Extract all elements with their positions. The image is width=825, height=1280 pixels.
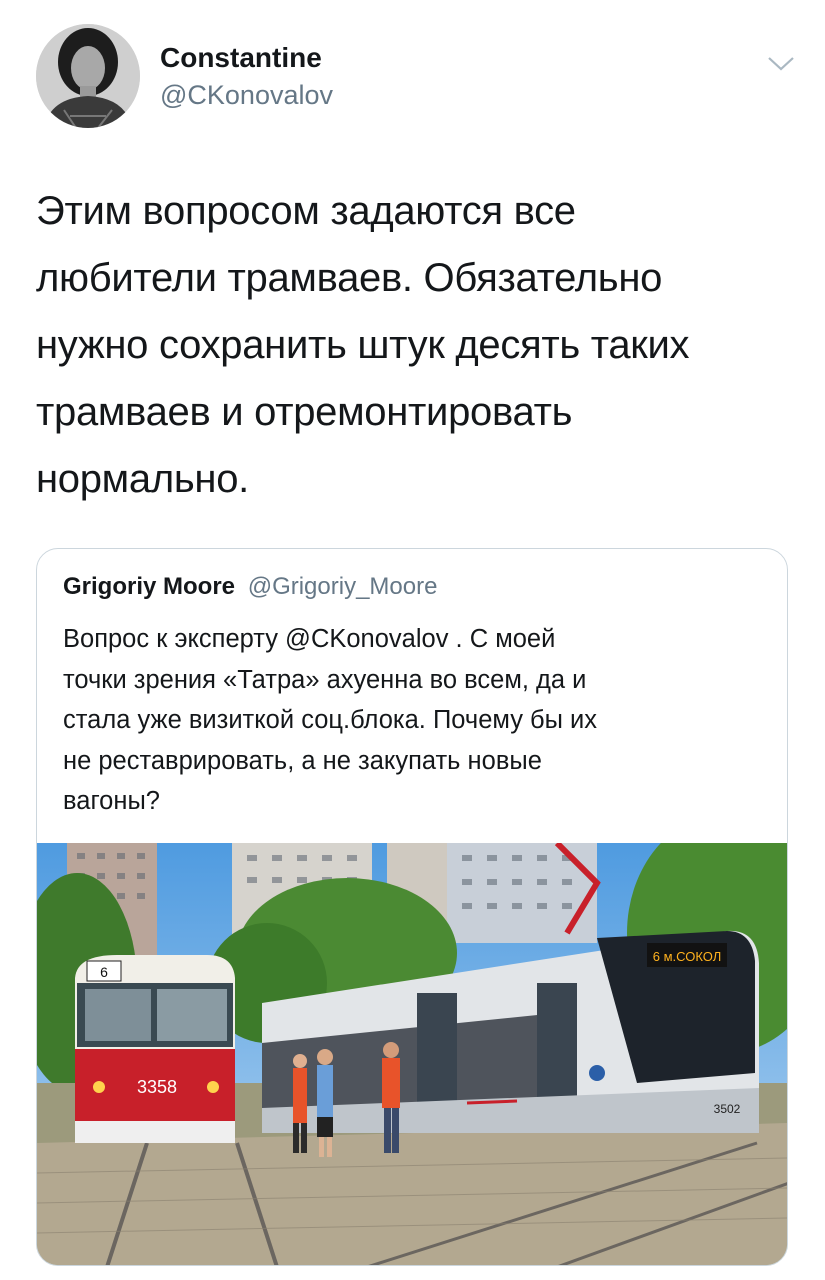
tweet-text-line: нормально. [36, 457, 249, 501]
quoted-text-line: вагоны? [63, 787, 160, 815]
tweet-text-line: трамваев и отремонтировать [36, 390, 573, 434]
tweet-header: Constantine @CKonovalov [36, 24, 796, 132]
quoted-text: Вопрос к эксперту @CKonovalov . С моей т… [63, 619, 753, 822]
author-name[interactable]: Constantine [160, 42, 322, 74]
quoted-text-line: точки зрения «Татра» ахуенна во всем, да… [63, 665, 587, 694]
tweet-text-line: любители трамваев. Обязательно [36, 256, 663, 300]
quoted-text-line: Вопрос к эксперту @CKonovalov . С моей [63, 625, 556, 653]
new-tram-number: 3502 [714, 1102, 741, 1116]
quoted-author-handle: @Grigoriy_Moore [247, 573, 438, 600]
tweet-text-line: нужно сохранить штук десять таких [36, 323, 690, 367]
chevron-down-icon[interactable] [766, 54, 796, 74]
quoted-text-line: стала уже визиткой соц.блока. Почему бы … [63, 706, 598, 734]
quoted-tweet[interactable]: Grigoriy Moore @Grigoriy_Moore Вопрос к … [36, 548, 788, 1266]
old-tram-route: 6 [100, 964, 108, 980]
tweet-text: Этим вопросом задаются все любители трам… [36, 178, 796, 513]
quoted-header: Grigoriy Moore @Grigoriy_Moore [63, 573, 437, 601]
old-tram: 3358 6 [75, 955, 235, 1143]
quoted-text-line: не реставрировать, а не закупать новые [63, 746, 542, 775]
quoted-author-name: Grigoriy Moore [63, 573, 236, 600]
author-handle[interactable]: @CKonovalov [160, 80, 333, 111]
tram-photo[interactable]: 3358 6 6 м.СОКОЛ 3502 [37, 843, 788, 1266]
new-tram-sign: 6 м.СОКОЛ [653, 949, 722, 964]
tweet-text-line: Этим вопросом задаются все [36, 189, 576, 233]
avatar[interactable] [36, 24, 140, 128]
old-tram-number: 3358 [137, 1077, 177, 1097]
